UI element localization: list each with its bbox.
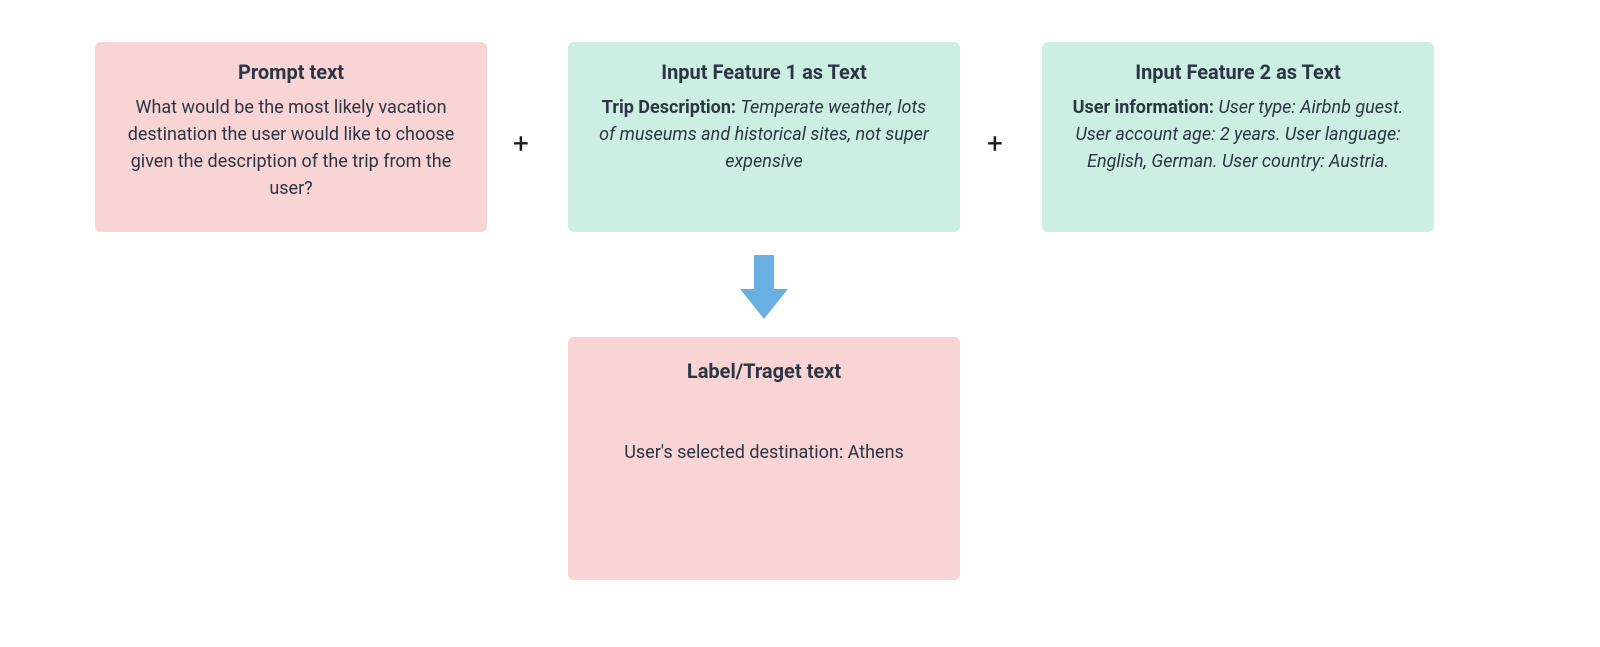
prompt-box: Prompt text What would be the most likel… xyxy=(95,42,487,232)
plus-connector-2: + xyxy=(987,130,1003,158)
feature2-box: Input Feature 2 as Text User information… xyxy=(1042,42,1434,232)
feature1-label: Trip Description: xyxy=(602,97,736,118)
prompt-box-title: Prompt text xyxy=(238,60,344,84)
plus-connector-1: + xyxy=(513,130,529,158)
feature2-label: User information: xyxy=(1073,97,1214,118)
feature2-box-title: Input Feature 2 as Text xyxy=(1135,60,1341,84)
feature1-box: Input Feature 1 as Text Trip Description… xyxy=(568,42,960,232)
prompt-box-body: What would be the most likely vacation d… xyxy=(119,94,463,202)
feature2-box-body: User information: User type: Airbnb gues… xyxy=(1066,94,1410,175)
down-arrow-icon xyxy=(740,255,788,319)
diagram-container: Prompt text What would be the most likel… xyxy=(0,0,1600,647)
feature1-box-body: Trip Description: Temperate weather, lot… xyxy=(592,94,936,175)
label-box-title: Label/Traget text xyxy=(687,359,841,383)
label-box: Label/Traget text User's selected destin… xyxy=(568,337,960,580)
label-box-body: User's selected destination: Athens xyxy=(624,439,904,466)
feature1-box-title: Input Feature 1 as Text xyxy=(661,60,867,84)
